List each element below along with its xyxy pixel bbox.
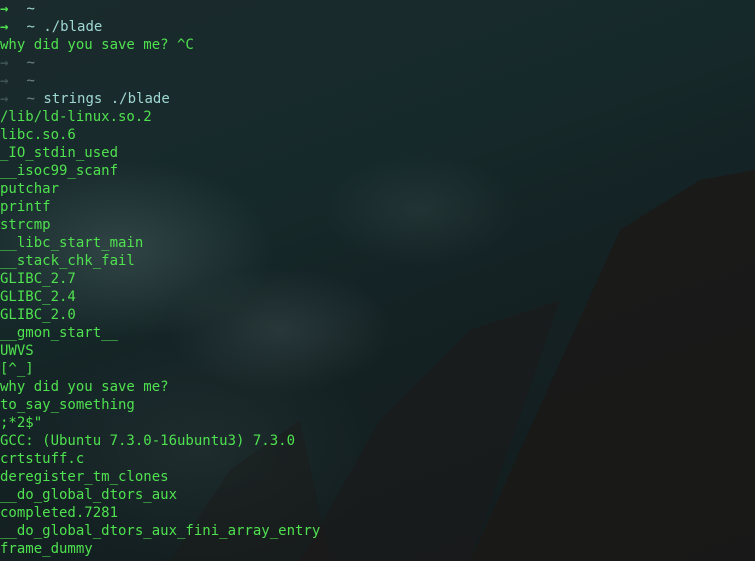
output-line: frame_dummy [0, 540, 320, 558]
output-text: printf [0, 199, 51, 215]
prompt-arrow-icon: → [0, 19, 9, 35]
output-line: why did you save me? [0, 378, 320, 396]
output-line: crtstuff.c [0, 450, 320, 468]
output-text: UWVS [0, 343, 34, 359]
output-line: putchar [0, 180, 320, 198]
output-text: why did you save me? ^C [0, 37, 194, 53]
prompt-command: ./blade [43, 19, 103, 35]
output-line: __libc_start_main [0, 234, 320, 252]
output-line: _IO_stdin_used [0, 144, 320, 162]
output-line: GLIBC_2.0 [0, 306, 320, 324]
prompt-line: → ~ ./blade [0, 18, 320, 36]
prompt-line: → ~ [0, 72, 320, 90]
output-text: frame_dummy [0, 541, 93, 557]
output-line: libc.so.6 [0, 126, 320, 144]
output-line: printf [0, 198, 320, 216]
output-text: GLIBC_2.0 [0, 307, 76, 323]
prompt-arrow-icon: → [0, 55, 9, 71]
output-text: __isoc99_scanf [0, 163, 119, 179]
output-line: __do_global_dtors_aux_fini_array_entry [0, 522, 320, 540]
output-text: GCC: (Ubuntu 7.3.0-16ubuntu3) 7.3.0 [0, 433, 296, 449]
output-line: __isoc99_scanf [0, 162, 320, 180]
output-text: GLIBC_2.4 [0, 289, 76, 305]
output-text: __libc_start_main [0, 235, 144, 251]
output-text: to_say_something [0, 397, 135, 413]
output-text: __do_global_dtors_aux_fini_array_entry [0, 523, 321, 539]
output-text: [^_] [0, 361, 34, 377]
output-line: UWVS [0, 342, 320, 360]
output-text: _IO_stdin_used [0, 145, 119, 161]
prompt-cwd: ~ [26, 55, 35, 71]
output-text: __gmon_start__ [0, 325, 119, 341]
output-text: crtstuff.c [0, 451, 85, 467]
prompt-line: → ~ strings ./blade [0, 90, 320, 108]
output-line: strcmp [0, 216, 320, 234]
output-text: __do_global_dtors_aux [0, 487, 178, 503]
output-text: libc.so.6 [0, 127, 76, 143]
output-text: /lib/ld-linux.so.2 [0, 109, 152, 125]
output-line: completed.7281 [0, 504, 320, 522]
output-line: why did you save me? ^C [0, 36, 320, 54]
output-line: GLIBC_2.4 [0, 288, 320, 306]
prompt-cwd: ~ [26, 73, 35, 89]
prompt-arrow-icon: → [0, 1, 9, 17]
output-line: GLIBC_2.7 [0, 270, 320, 288]
prompt-cwd: ~ [26, 19, 35, 35]
prompt-line: → ~ [0, 54, 320, 72]
output-text: ;*2$" [0, 415, 43, 431]
prompt-line: → ~ [0, 0, 320, 18]
output-line: ;*2$" [0, 414, 320, 432]
prompt-cwd: ~ [26, 1, 35, 17]
output-text: putchar [0, 181, 60, 197]
output-line: __gmon_start__ [0, 324, 320, 342]
output-text: strcmp [0, 217, 51, 233]
output-line: /lib/ld-linux.so.2 [0, 108, 320, 126]
output-line: __do_global_dtors_aux [0, 486, 320, 504]
output-line: to_say_something [0, 396, 320, 414]
output-line: __stack_chk_fail [0, 252, 320, 270]
output-text: deregister_tm_clones [0, 469, 169, 485]
terminal-output: → ~ → ~ ./blade why did you save me? ^C → ~… [0, 0, 320, 558]
prompt-arrow-icon: → [0, 73, 9, 89]
prompt-command: strings ./blade [43, 91, 170, 107]
output-text: why did you save me? [0, 379, 169, 395]
output-text: completed.7281 [0, 505, 119, 521]
output-line: GCC: (Ubuntu 7.3.0-16ubuntu3) 7.3.0 [0, 432, 320, 450]
output-text: GLIBC_2.7 [0, 271, 76, 287]
terminal-window[interactable]: → ~ → ~ ./blade why did you save me? ^C → ~… [0, 0, 755, 561]
output-text: __stack_chk_fail [0, 253, 135, 269]
prompt-cwd: ~ [26, 91, 35, 107]
output-line: deregister_tm_clones [0, 468, 320, 486]
prompt-arrow-icon: → [0, 91, 9, 107]
output-line: [^_] [0, 360, 320, 378]
